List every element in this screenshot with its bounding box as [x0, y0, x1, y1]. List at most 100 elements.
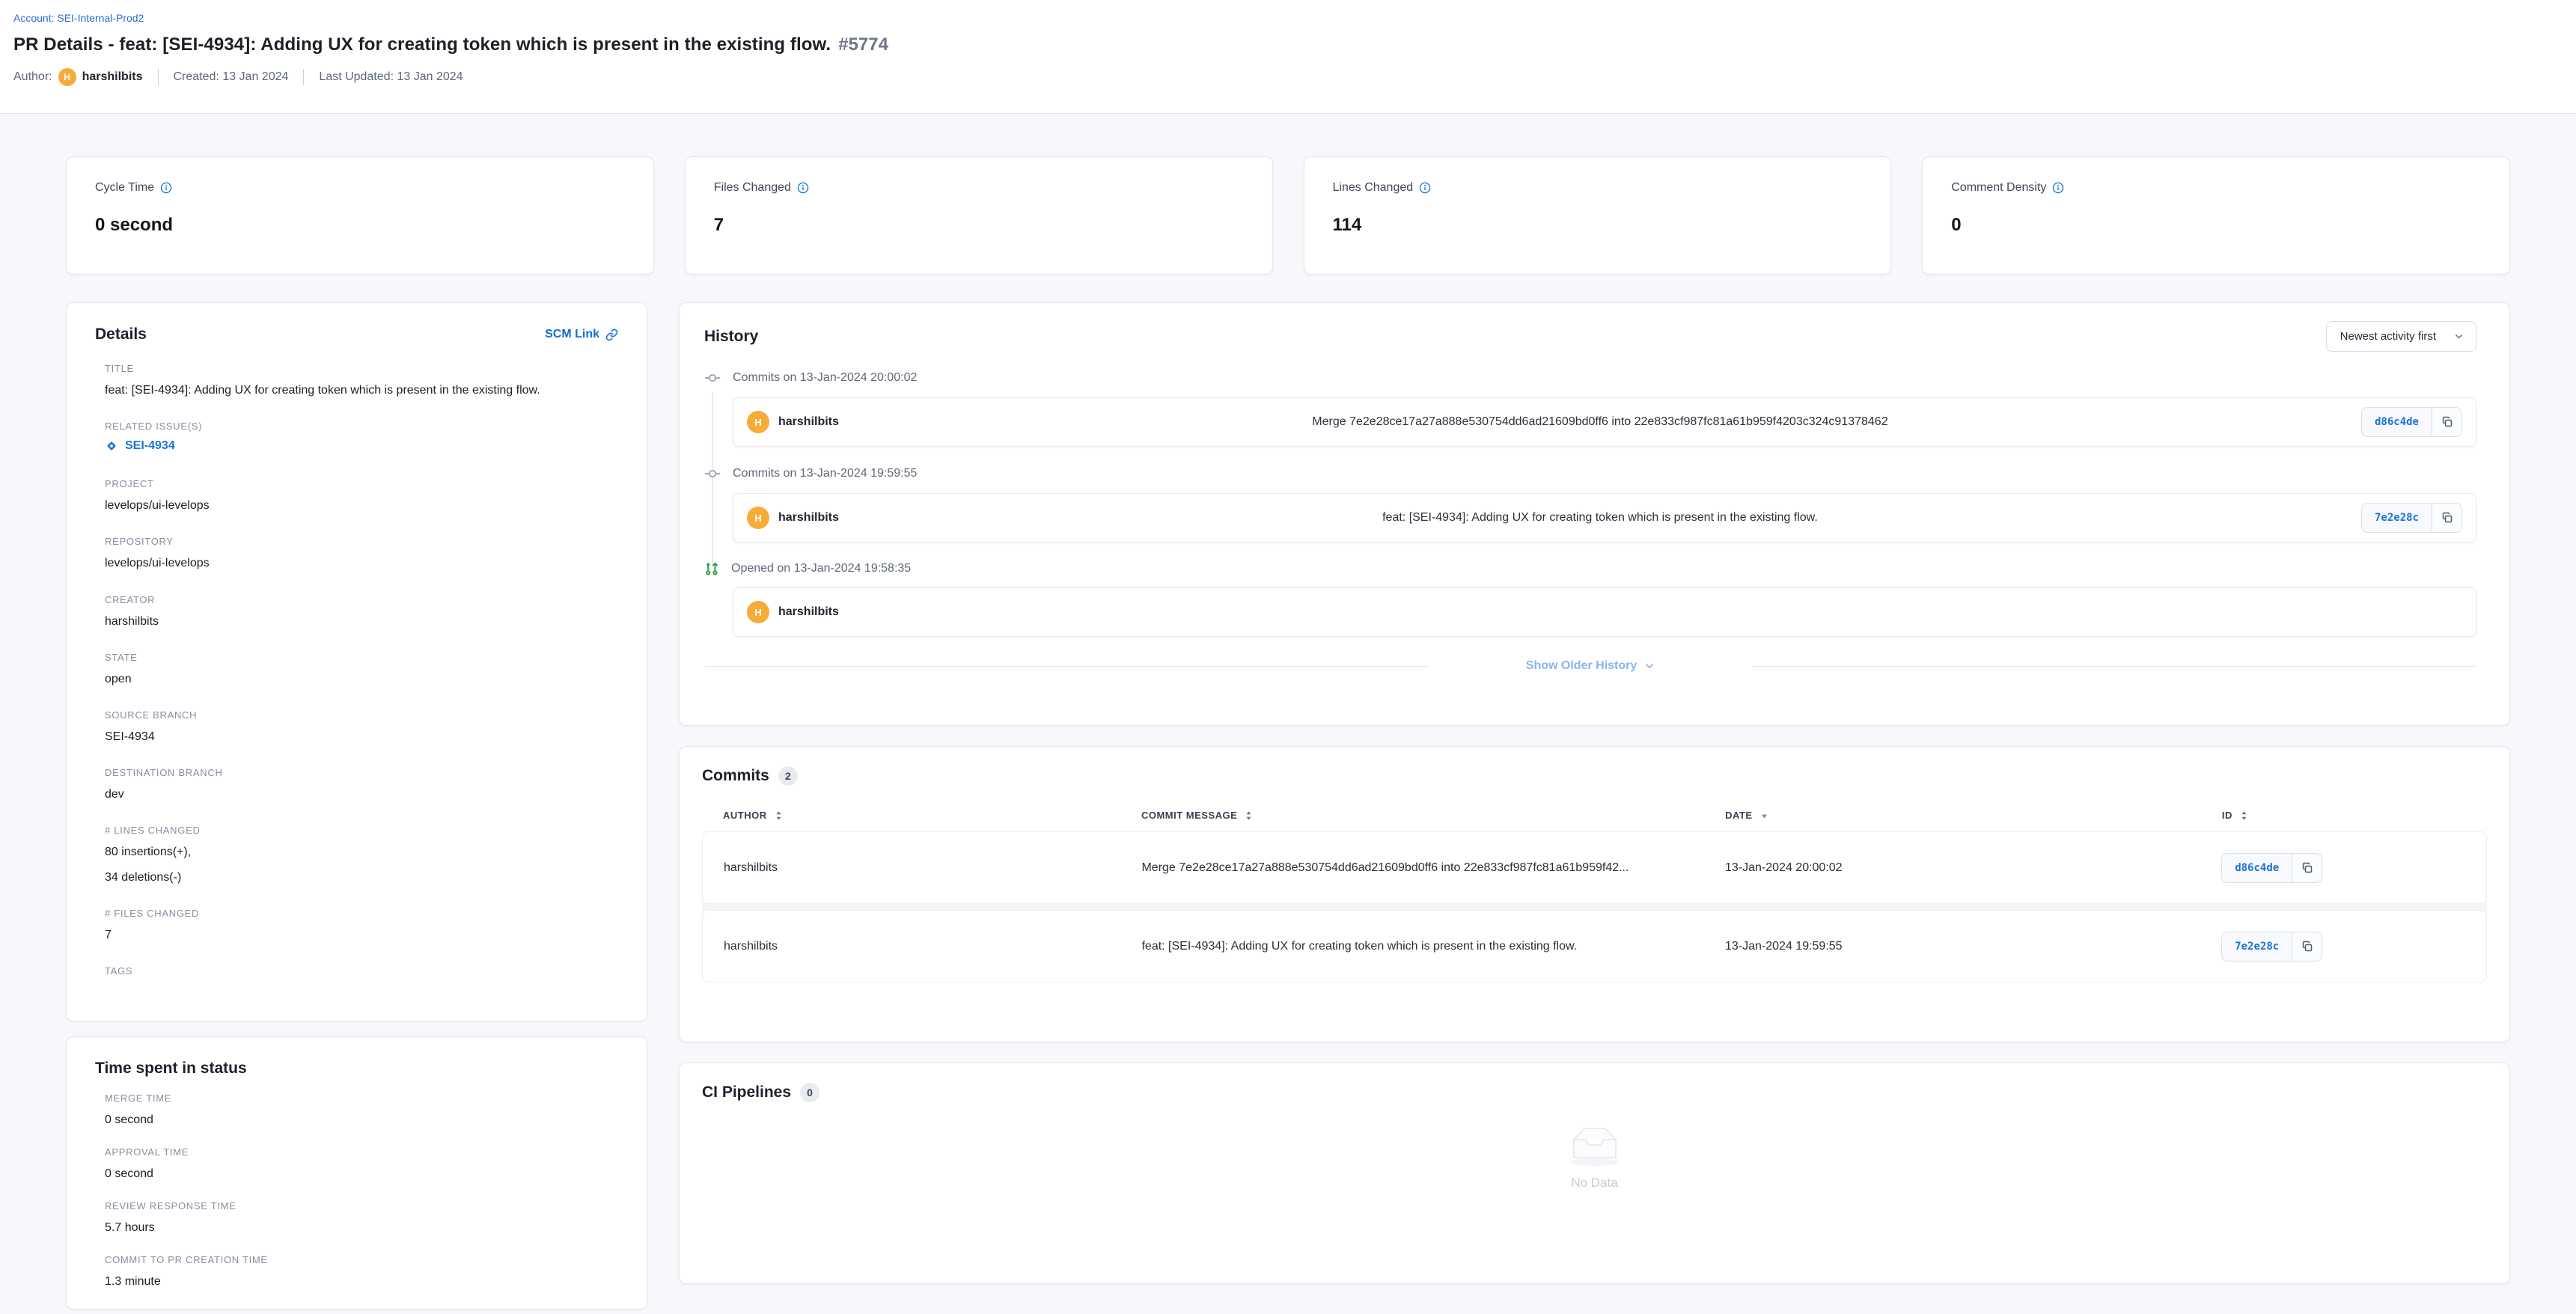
- commit-author: harshilbits: [778, 415, 839, 429]
- commits-heading: Commits: [702, 767, 769, 785]
- author-row: Author: H harshilbits Created: 13 Jan 20…: [13, 68, 2554, 86]
- field-label: TITLE: [105, 363, 618, 374]
- column-label: ID: [2222, 810, 2232, 821]
- opened-card: H harshilbits: [733, 587, 2476, 637]
- metric-card-comment-density: Comment Density 0: [1922, 156, 2510, 275]
- copy-icon[interactable]: [2432, 407, 2462, 437]
- field-value: 80 insertions(+),: [105, 843, 618, 861]
- metric-label: Cycle Time: [95, 181, 154, 195]
- history-panel: History Newest activity first: [679, 302, 2510, 726]
- field-value: 1.3 minute: [105, 1273, 618, 1290]
- field-label: MERGE TIME: [105, 1093, 618, 1104]
- field-value: 0 second: [105, 1165, 618, 1182]
- info-icon[interactable]: [160, 182, 172, 194]
- scm-link[interactable]: SCM Link: [545, 328, 618, 341]
- commit-hash-badge[interactable]: d86c4de: [2361, 407, 2432, 437]
- field-label: SOURCE BRANCH: [105, 709, 618, 721]
- cell-author: harshilbits: [724, 861, 1141, 875]
- related-issue-key: SEI-4934: [125, 439, 175, 453]
- chevron-down-icon: [2454, 331, 2464, 341]
- commit-hash-badge[interactable]: d86c4de: [2221, 853, 2292, 883]
- details-heading: Details: [95, 326, 147, 343]
- field-label: RELATED ISSUE(S): [105, 421, 618, 432]
- commit-hash-badge[interactable]: 7e2e28c: [2361, 503, 2432, 533]
- column-header-id[interactable]: ID: [2222, 810, 2466, 821]
- field-label: PROJECT: [105, 478, 618, 489]
- field-label: CREATOR: [105, 594, 618, 605]
- page-header: Account: SEI-Internal-Prod2 PR Details -…: [0, 0, 2576, 114]
- commit-author: harshilbits: [778, 511, 839, 525]
- field-project: PROJECT levelops/ui-levelops: [105, 478, 618, 514]
- info-icon[interactable]: [797, 182, 809, 194]
- show-older-row: Show Older History: [704, 659, 2476, 673]
- details-panel: Details SCM Link TITLE feat: [SEI-4934]:…: [66, 302, 647, 1021]
- copy-icon[interactable]: [2292, 853, 2322, 883]
- jira-issue-icon: [105, 439, 118, 453]
- event-title-text: Opened on 13-Jan-2024 19:58:35: [731, 562, 911, 575]
- commit-message: Merge 7e2e28ce17a27a888e530754dd6ad21609…: [839, 415, 2361, 429]
- field-review-response-time: REVIEW RESPONSE TIME 5.7 hours: [105, 1200, 618, 1236]
- copy-icon[interactable]: [2432, 503, 2462, 533]
- no-data-text: No Data: [1571, 1176, 1617, 1191]
- column-label: DATE: [1725, 810, 1752, 821]
- history-timeline: Commits on 13-Jan-2024 20:00:02 H harshi…: [704, 370, 2476, 637]
- created-date: Created: 13 Jan 2024: [174, 70, 289, 84]
- copy-icon[interactable]: [2292, 932, 2322, 962]
- field-title: TITLE feat: [SEI-4934]: Adding UX for cr…: [105, 363, 618, 399]
- column-header-author[interactable]: AUTHOR: [723, 810, 1141, 821]
- field-label: COMMIT TO PR CREATION TIME: [105, 1254, 618, 1265]
- field-value: 34 deletions(-): [105, 869, 618, 886]
- commit-card: H harshilbits feat: [SEI-4934]: Adding U…: [733, 493, 2476, 543]
- related-issue-link[interactable]: SEI-4934: [105, 439, 175, 453]
- pr-author: harshilbits: [778, 605, 839, 619]
- field-state: STATE open: [105, 652, 618, 688]
- history-event: Commits on 13-Jan-2024 19:59:55 H harshi…: [704, 465, 2476, 543]
- ci-pipelines-heading: CI Pipelines: [702, 1084, 791, 1101]
- info-icon[interactable]: [2052, 182, 2064, 194]
- info-icon[interactable]: [1419, 182, 1431, 194]
- field-tags: TAGS: [105, 965, 618, 977]
- last-updated-date: Last Updated: 13 Jan 2024: [319, 70, 463, 84]
- divider: [704, 666, 1429, 667]
- field-value: 7: [105, 926, 618, 944]
- commit-hash-badge[interactable]: 7e2e28c: [2221, 932, 2292, 962]
- field-value: levelops/ui-levelops: [105, 554, 618, 572]
- pr-number: #5774: [838, 34, 888, 55]
- field-creator: CREATOR harshilbits: [105, 594, 618, 630]
- commits-table-body: harshilbits Merge 7e2e28ce17a27a888e5307…: [702, 831, 2487, 983]
- metric-value: 0 second: [95, 215, 631, 236]
- divider: [1752, 666, 2476, 667]
- git-commit-icon: [704, 465, 721, 482]
- field-value: 0 second: [105, 1111, 618, 1128]
- link-icon: [605, 328, 618, 341]
- field-value: SEI-4934: [105, 728, 618, 745]
- commits-panel: Commits 2 AUTHOR COMMIT MESSAGE: [679, 746, 2510, 1042]
- column-header-commit-message[interactable]: COMMIT MESSAGE: [1141, 810, 1725, 821]
- metric-label: Comment Density: [1951, 181, 2046, 195]
- field-value: feat: [SEI-4934]: Adding UX for creating…: [105, 382, 618, 399]
- history-heading: History: [704, 328, 758, 346]
- table-row: harshilbits feat: [SEI-4934]: Adding UX …: [702, 910, 2487, 983]
- commits-count-badge: 2: [778, 766, 798, 786]
- field-label: REVIEW RESPONSE TIME: [105, 1200, 618, 1211]
- author-avatar: H: [58, 68, 76, 86]
- ci-pipelines-panel: CI Pipelines 0 No Data: [679, 1063, 2510, 1284]
- avatar: H: [747, 507, 769, 529]
- metric-value: 7: [714, 215, 1250, 236]
- field-merge-time: MERGE TIME 0 second: [105, 1093, 618, 1128]
- account-link[interactable]: Account: SEI-Internal-Prod2: [13, 12, 144, 24]
- show-older-history-link[interactable]: Show Older History: [1526, 659, 1655, 673]
- field-value: harshilbits: [105, 613, 618, 630]
- event-title-text: Commits on 13-Jan-2024 20:00:02: [733, 371, 917, 385]
- divider: [303, 69, 304, 85]
- time-spent-heading: Time spent in status: [95, 1060, 618, 1078]
- title-row: PR Details - feat: [SEI-4934]: Adding UX…: [13, 34, 2554, 55]
- history-sort-dropdown[interactable]: Newest activity first: [2326, 321, 2476, 352]
- cell-author: harshilbits: [724, 940, 1141, 953]
- column-header-date[interactable]: DATE: [1725, 810, 2222, 821]
- field-value: levelops/ui-levelops: [105, 497, 618, 514]
- field-lines-changed: # LINES CHANGED 80 insertions(+), 34 del…: [105, 825, 618, 885]
- table-row: harshilbits Merge 7e2e28ce17a27a888e5307…: [702, 831, 2487, 904]
- sort-desc-icon: [1760, 812, 1768, 819]
- field-value: 5.7 hours: [105, 1219, 618, 1236]
